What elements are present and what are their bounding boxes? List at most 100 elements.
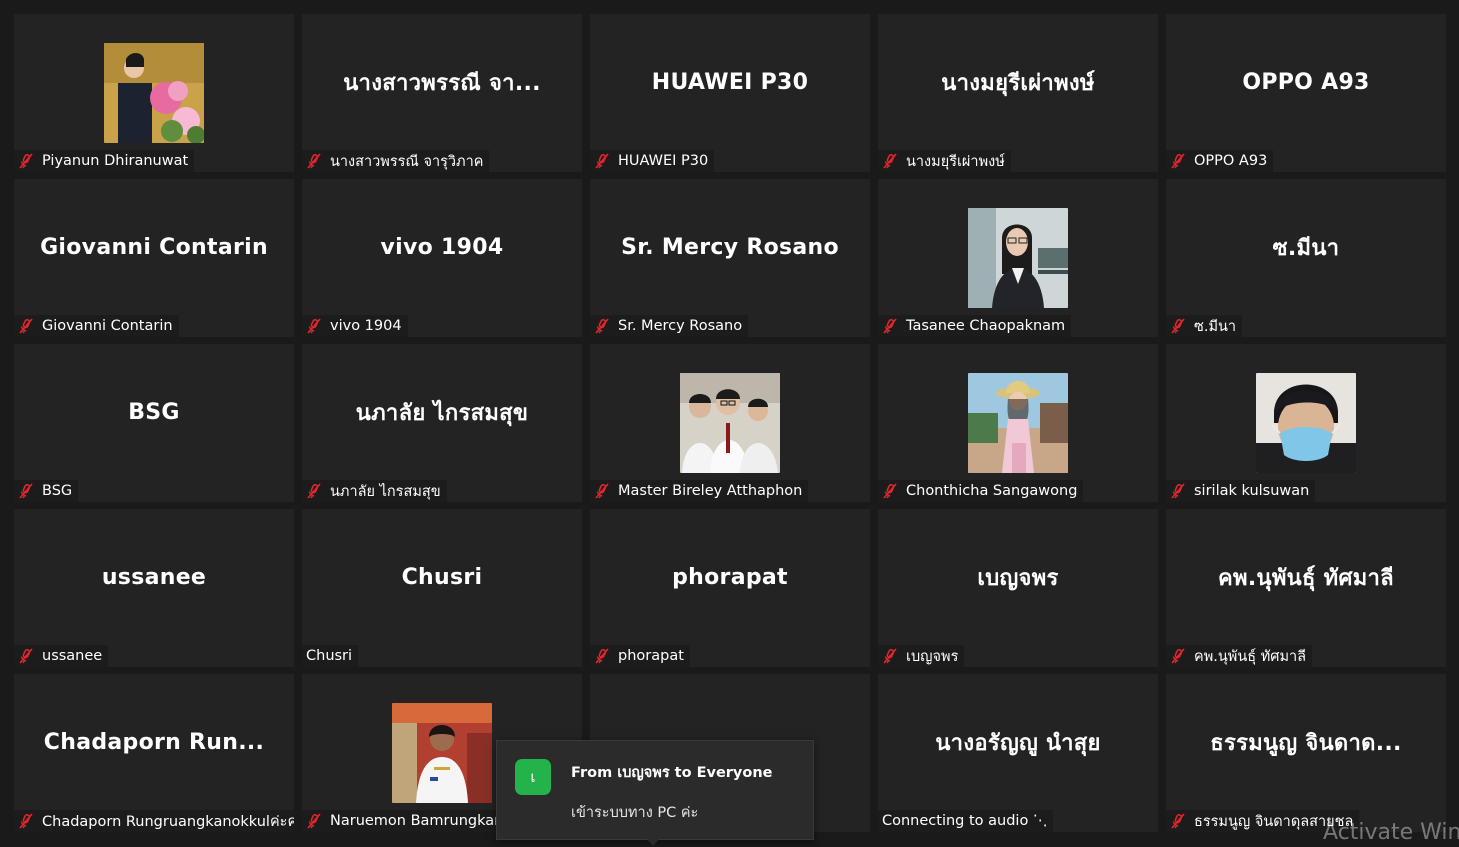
activate-windows-watermark: Activate Win: [1323, 820, 1459, 845]
participant-display-name: Giovanni Contarin: [40, 234, 268, 260]
participant-tile[interactable]: นภาลัย ไกรสมสุข นภาลัย ไกรสมสุข: [302, 344, 582, 502]
participant-name-label: ซ.มีนา: [1194, 318, 1237, 335]
participant-tile[interactable]: phorapat phorapat: [590, 509, 870, 667]
participant-display-name: คพ.นุพันธุ์ ทัศมาลี: [1218, 565, 1394, 591]
muted-mic-icon: [595, 483, 609, 499]
participant-tile[interactable]: Giovanni Contarin Giovanni Contarin: [14, 179, 294, 337]
muted-mic-icon: [595, 318, 609, 334]
participant-profile-photo: [392, 703, 492, 803]
participant-nameplate: Piyanun Dhiranuwat: [14, 150, 195, 172]
participant-name-label: Chonthicha Sangawong: [906, 483, 1078, 499]
participant-name-label: Tasanee Chaopaknam: [906, 318, 1066, 334]
participant-tile[interactable]: Sr. Mercy Rosano Sr. Mercy Rosano: [590, 179, 870, 337]
participant-tile[interactable]: Piyanun Dhiranuwat: [14, 14, 294, 172]
muted-mic-icon: [883, 648, 897, 664]
participant-profile-photo: [968, 208, 1068, 308]
participant-nameplate: Naruemon Bamrungkar: [302, 810, 507, 832]
participant-name-label: BSG: [42, 483, 73, 499]
participant-display-name: ธรรมนูญ จินดาด...: [1210, 730, 1402, 756]
muted-mic-icon: [1171, 318, 1185, 334]
participant-display-name: Sr. Mercy Rosano: [621, 234, 839, 260]
participant-display-name: Chadaporn Run...: [43, 729, 265, 755]
muted-mic-icon: [1171, 153, 1185, 169]
participant-tile[interactable]: HUAWEI P30 HUAWEI P30: [590, 14, 870, 172]
participant-tile[interactable]: นางสาวพรรณี จา... นางสาวพรรณี จารุวิภาค: [302, 14, 582, 172]
participant-profile-photo: [968, 373, 1068, 473]
muted-mic-icon: [883, 318, 897, 334]
participant-nameplate: ซ.มีนา: [1166, 315, 1243, 337]
participant-tile[interactable]: Chadaporn Run... Chadaporn Rungruangkanok…: [14, 674, 294, 832]
chat-sender-line: From เบญจพร to Everyone: [571, 765, 773, 781]
participant-nameplate: เบญจพร: [878, 645, 965, 667]
participant-name-label: Giovanni Contarin: [42, 318, 173, 334]
participant-nameplate: sirilak kulsuwan: [1166, 480, 1316, 502]
participant-tile[interactable]: นางมยุรีเผ่าพงษ์ นางมยุรีเผ่าพงษ์: [878, 14, 1158, 172]
muted-mic-icon: [307, 813, 321, 829]
muted-mic-icon: [1171, 813, 1185, 829]
participant-nameplate: Chadaporn Rungruangkanokkulค่ะค: [14, 810, 294, 832]
participant-display-name: BSG: [128, 399, 180, 425]
participant-name-label: Piyanun Dhiranuwat: [42, 153, 189, 169]
chat-message-text: เข้าระบบทาง PC ค่ะ: [571, 805, 699, 821]
participant-name-label: นภาลัย ไกรสมสุข: [330, 483, 441, 500]
participant-tile[interactable]: Chusri Chusri: [302, 509, 582, 667]
muted-mic-icon: [19, 318, 33, 334]
participant-nameplate: OPPO A93: [1166, 150, 1274, 172]
participant-display-name: เบญจพร: [977, 565, 1059, 591]
participant-nameplate: Master Bireley Atthaphon: [590, 480, 809, 502]
participant-tile[interactable]: OPPO A93 OPPO A93: [1166, 14, 1446, 172]
participant-name-label: Sr. Mercy Rosano: [618, 318, 743, 334]
participant-tile[interactable]: นางอรัญญู นำสุย Connecting to audio ⋱: [878, 674, 1158, 832]
chat-notification[interactable]: เ From เบญจพร to Everyone เข้าระบบทาง PC…: [496, 740, 814, 846]
participant-display-name: ussanee: [101, 564, 207, 590]
participant-nameplate: Chusri: [302, 645, 359, 667]
participant-name-label: Chusri: [306, 648, 353, 664]
participant-nameplate: Giovanni Contarin: [14, 315, 179, 337]
muted-mic-icon: [307, 483, 321, 499]
participant-nameplate: นางสาวพรรณี จารุวิภาค: [302, 150, 490, 172]
muted-mic-icon: [19, 648, 33, 664]
participant-tile[interactable]: Tasanee Chaopaknam: [878, 179, 1158, 337]
muted-mic-icon: [19, 483, 33, 499]
participant-display-name: นางสาวพรรณี จา...: [343, 70, 541, 96]
participant-display-name: นางมยุรีเผ่าพงษ์: [941, 70, 1095, 96]
participant-display-name: HUAWEI P30: [651, 69, 809, 95]
participant-name-label: sirilak kulsuwan: [1194, 483, 1310, 499]
participant-nameplate: BSG: [14, 480, 79, 502]
video-gallery-grid: Piyanun Dhiranuwat นางสาวพรรณี จา... นางสา…: [14, 14, 1446, 834]
participant-nameplate: vivo 1904: [302, 315, 408, 337]
participant-tile[interactable]: Master Bireley Atthaphon: [590, 344, 870, 502]
participant-tile[interactable]: BSG BSG: [14, 344, 294, 502]
participant-display-name: phorapat: [672, 564, 788, 590]
participant-tile[interactable]: ธรรมนูญ จินดาด... ธรรมนูญ จินดาดุลสายชล: [1166, 674, 1446, 832]
participant-name-label: คพ.นุพันธุ์ ทัศมาลี: [1194, 648, 1307, 665]
muted-mic-icon: [1171, 648, 1185, 664]
participant-tile[interactable]: sirilak kulsuwan: [1166, 344, 1446, 502]
muted-mic-icon: [307, 318, 321, 334]
participant-name-label: Master Bireley Atthaphon: [618, 483, 803, 499]
participant-profile-photo: [104, 43, 204, 143]
participant-name-label: เบญจพร: [906, 648, 959, 665]
participant-name-label: Naruemon Bamrungkar: [330, 813, 501, 829]
participant-nameplate: ussanee: [14, 645, 109, 667]
participant-nameplate: Chonthicha Sangawong: [878, 480, 1084, 502]
muted-mic-icon: [19, 153, 33, 169]
participant-display-name: Chusri: [401, 564, 483, 590]
participant-name-label: phorapat: [618, 648, 684, 664]
participant-nameplate: คพ.นุพันธุ์ ทัศมาลี: [1166, 645, 1313, 667]
muted-mic-icon: [883, 483, 897, 499]
participant-tile[interactable]: Chonthicha Sangawong: [878, 344, 1158, 502]
participant-display-name: นภาลัย ไกรสมสุข: [355, 400, 529, 426]
participant-nameplate: Sr. Mercy Rosano: [590, 315, 749, 337]
participant-nameplate: Connecting to audio ⋱: [878, 810, 1054, 832]
participant-name-label: vivo 1904: [330, 318, 402, 334]
participant-display-name: ซ.มีนา: [1272, 235, 1340, 261]
participant-tile[interactable]: เบญจพร เบญจพร: [878, 509, 1158, 667]
participant-profile-photo: [1256, 373, 1356, 473]
muted-mic-icon: [19, 813, 33, 829]
participant-tile[interactable]: ussanee ussanee: [14, 509, 294, 667]
participant-name-label: OPPO A93: [1194, 153, 1268, 169]
participant-tile[interactable]: คพ.นุพันธุ์ ทัศมาลี คพ.นุพันธุ์ ทัศมาลี: [1166, 509, 1446, 667]
participant-tile[interactable]: vivo 1904 vivo 1904: [302, 179, 582, 337]
participant-tile[interactable]: ซ.มีนา ซ.มีนา: [1166, 179, 1446, 337]
